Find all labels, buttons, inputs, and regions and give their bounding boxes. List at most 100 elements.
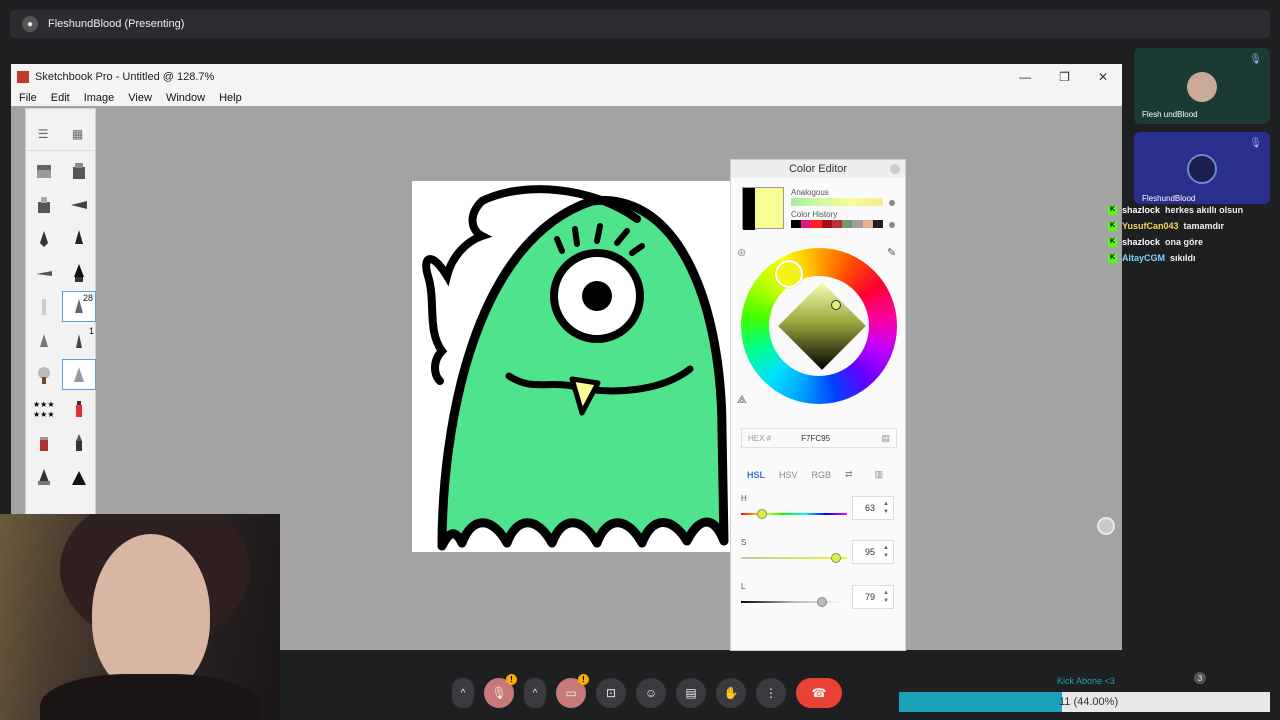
history-swatch-0[interactable] [791, 220, 802, 228]
h-value: 63 [865, 503, 876, 513]
minimize-icon[interactable]: — [1019, 70, 1031, 84]
shuffle-icon[interactable]: ⇄ [845, 469, 853, 480]
color-history-strip[interactable] [791, 220, 883, 228]
history-swatch-8[interactable] [872, 220, 883, 228]
camera-options-chevron-icon[interactable]: ^ [524, 678, 546, 708]
drawing-canvas[interactable] [412, 181, 730, 552]
s-stepper-icon[interactable]: ▲ ▼ [883, 544, 889, 560]
chat-text: herkes akıllı olsun [1165, 205, 1244, 215]
l-slider-knob[interactable] [816, 597, 827, 607]
history-swatch-4[interactable] [831, 220, 843, 228]
history-swatch-1[interactable] [801, 220, 812, 228]
hex-value-input[interactable]: F7FC95 [801, 434, 830, 443]
brush-settings-icon[interactable]: ☰ [38, 127, 49, 141]
current-color-swatch[interactable] [742, 187, 784, 230]
kick-badge-icon: K [1108, 221, 1117, 231]
close-icon[interactable]: ✕ [1098, 70, 1108, 84]
scroll-indicator-icon[interactable] [1097, 517, 1115, 535]
h-stepper-icon[interactable]: ▲ ▼ [883, 500, 889, 516]
menu-view[interactable]: View [128, 92, 152, 104]
bucket-tool[interactable] [27, 461, 61, 492]
harmony-icon[interactable]: ⟁ [737, 394, 747, 407]
tab-hsl[interactable]: HSL [747, 470, 765, 480]
hard-pencil-tool[interactable] [27, 325, 61, 356]
ink-bottle-tool[interactable] [62, 461, 96, 492]
history-swatch-7[interactable] [862, 220, 873, 228]
end-call-button[interactable]: ☎ [796, 678, 842, 708]
captions-icon: ▤ [685, 686, 697, 700]
h-slider-label: H [741, 494, 747, 503]
color-picker-handle[interactable] [831, 300, 841, 310]
participant-tile-1[interactable]: 🎙︎ Flesh undBlood [1134, 48, 1270, 124]
mic-muted-icon: 🎙︎ [1249, 138, 1262, 149]
history-swatch-6[interactable] [852, 220, 863, 228]
color-editor-title: Color Editor [788, 163, 848, 175]
stars-pattern-tool[interactable]: ★★★ ★★★ [27, 393, 61, 424]
close-icon[interactable] [890, 164, 900, 174]
paint-brush-tool[interactable] [27, 359, 61, 390]
menu-edit[interactable]: Edit [51, 92, 70, 104]
history-swatch-5[interactable] [842, 220, 853, 228]
menu-help[interactable]: Help [219, 92, 242, 104]
airbrush-tool-2[interactable] [62, 155, 96, 186]
pencil-tool[interactable] [27, 291, 61, 322]
s-slider-knob[interactable] [831, 553, 842, 563]
color-wheel[interactable] [741, 248, 897, 404]
maximize-icon[interactable]: ❐ [1059, 70, 1070, 84]
menu-image[interactable]: Image [84, 92, 115, 104]
menu-window[interactable]: Window [166, 92, 205, 104]
pen-tool[interactable] [27, 223, 61, 254]
present-button[interactable]: ⊡ [596, 678, 626, 708]
menu-file[interactable]: File [19, 92, 37, 104]
eyedropper-icon[interactable]: ✎ [887, 246, 896, 259]
goal-progress-fill [899, 692, 1063, 712]
chat-text: sıkıldı [1170, 253, 1196, 263]
wheel-mode-icon[interactable]: ⊛ [737, 246, 746, 259]
marker-tool[interactable] [27, 189, 61, 220]
chat-overlay: Kshazlock herkes akıllı olsun K YusufCan043… [1108, 202, 1243, 266]
pencil-tool-selected-28[interactable]: 28 [62, 291, 96, 322]
history-swatch-3[interactable] [821, 220, 832, 228]
brush-library-icon[interactable]: ▦ [72, 127, 83, 141]
captions-button[interactable]: ▤ [676, 678, 706, 708]
participant-tile-2[interactable]: 🎙︎ FleshundBlood [1134, 132, 1270, 204]
pen-tool-2[interactable] [62, 223, 96, 254]
brush-tool[interactable] [27, 257, 61, 288]
h-value-input[interactable]: 63 ▲ ▼ [852, 496, 894, 520]
mic-options-chevron-icon[interactable]: ^ [452, 678, 474, 708]
calligraphy-tool[interactable] [62, 257, 96, 288]
raise-hand-button[interactable]: ✋ [716, 678, 746, 708]
eraser-tool[interactable] [27, 427, 61, 458]
hex-input-row[interactable]: HEX # F7FC95 ▤ [741, 428, 897, 448]
analogous-label: Analogous [791, 188, 829, 197]
history-swatch-2[interactable] [811, 220, 822, 228]
smudge-tool-selected[interactable] [62, 359, 96, 390]
analogous-colors-strip[interactable] [791, 198, 883, 206]
hard-eraser-tool[interactable] [62, 427, 96, 458]
mic-off-button[interactable]: 🎙 ! [484, 674, 517, 708]
kick-badge-icon: K [1108, 237, 1117, 247]
history-options-icon[interactable] [889, 222, 895, 228]
tab-rgb[interactable]: RGB [812, 470, 832, 480]
clipboard-icon[interactable]: ▤ [881, 433, 890, 444]
previous-color-swatch[interactable] [743, 188, 755, 230]
l-value-input[interactable]: 79 ▲ ▼ [852, 585, 894, 609]
swatch-grid-icon[interactable]: ▥ [875, 469, 884, 480]
inker-tool[interactable] [62, 189, 96, 220]
l-stepper-icon[interactable]: ▲ ▼ [883, 589, 889, 605]
l-slider[interactable] [741, 601, 847, 603]
airbrush-tool[interactable] [27, 155, 61, 186]
more-options-button[interactable]: ⋮ [756, 678, 786, 708]
fine-pencil-tool[interactable]: 1 [62, 325, 96, 356]
h-slider-knob[interactable] [757, 509, 768, 519]
hue-handle[interactable] [775, 260, 803, 288]
emoji-button[interactable]: ☺ [636, 678, 666, 708]
analogous-options-icon[interactable] [889, 200, 895, 206]
s-value-input[interactable]: 95 ▲ ▼ [852, 540, 894, 564]
more-icon: ⋮ [765, 686, 777, 700]
camera-off-button[interactable]: ▭ ! [556, 674, 589, 708]
red-marker-tool[interactable] [62, 393, 96, 424]
kick-badge-icon: K [1108, 253, 1117, 263]
tab-hsv[interactable]: HSV [779, 470, 798, 480]
brush-palette: ☰ ▦ 28 1 ★★★ ★★★ [25, 108, 96, 516]
